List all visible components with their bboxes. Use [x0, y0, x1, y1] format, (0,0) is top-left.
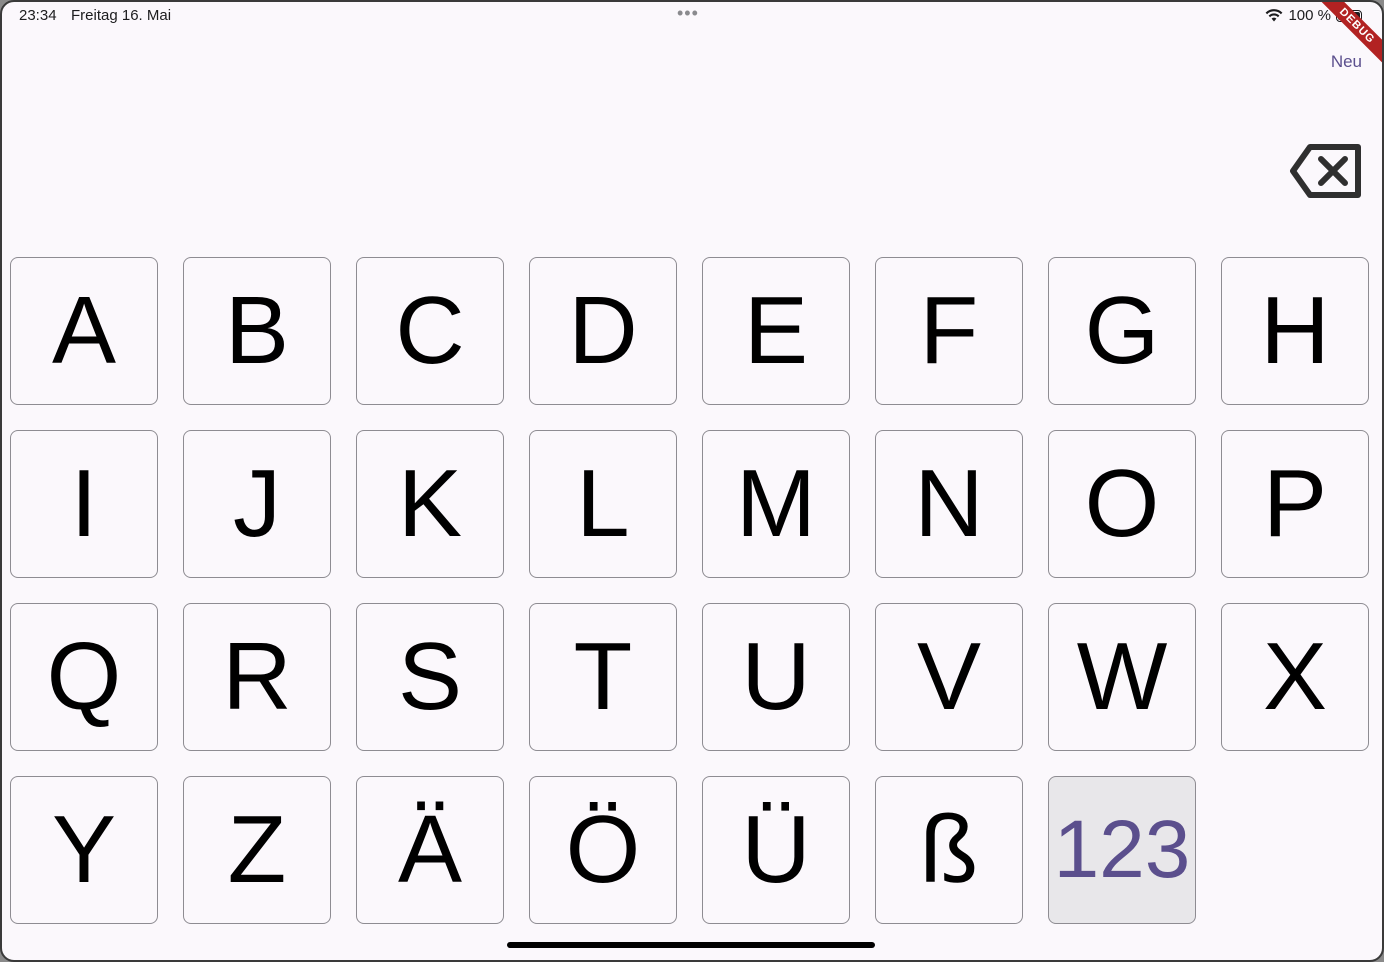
letter-key[interactable]: C	[356, 257, 504, 405]
letter-key[interactable]: S	[356, 603, 504, 751]
letter-key[interactable]: G	[1048, 257, 1196, 405]
letter-key[interactable]: V	[875, 603, 1023, 751]
backspace-button[interactable]	[1288, 140, 1364, 202]
letter-key[interactable]: I	[10, 430, 158, 578]
letter-key[interactable]: X	[1221, 603, 1369, 751]
letter-key[interactable]: N	[875, 430, 1023, 578]
letter-key[interactable]: W	[1048, 603, 1196, 751]
backspace-icon	[1290, 144, 1361, 198]
letter-key[interactable]: Y	[10, 776, 158, 924]
status-date: Freitag 16. Mai	[71, 7, 172, 24]
wifi-icon	[1265, 9, 1283, 22]
numbers-key[interactable]: 123	[1048, 776, 1196, 924]
new-button[interactable]: Neu	[1331, 52, 1362, 72]
letter-key[interactable]: Ä	[356, 776, 504, 924]
letter-key[interactable]: Z	[183, 776, 331, 924]
letter-key[interactable]: ß	[875, 776, 1023, 924]
letter-key[interactable]: P	[1221, 430, 1369, 578]
letter-key[interactable]: R	[183, 603, 331, 751]
letter-key[interactable]: T	[529, 603, 677, 751]
letter-key[interactable]: Ö	[529, 776, 677, 924]
app-screen: 23:34 Freitag 16. Mai ••• 100 % DE B U G Ne…	[0, 0, 1384, 962]
battery-percentage: 100 %	[1288, 7, 1331, 24]
multitasking-dots[interactable]: •••	[677, 3, 699, 24]
letter-key[interactable]: Ü	[702, 776, 850, 924]
letter-key[interactable]: D	[529, 257, 677, 405]
letter-key[interactable]: U	[702, 603, 850, 751]
status-time: 23:34	[19, 7, 57, 24]
letter-key[interactable]: L	[529, 430, 677, 578]
letter-key[interactable]: A	[10, 257, 158, 405]
letter-key[interactable]: J	[183, 430, 331, 578]
letter-key[interactable]: Q	[10, 603, 158, 751]
home-indicator[interactable]	[507, 942, 875, 948]
letter-key[interactable]: M	[702, 430, 850, 578]
letter-key[interactable]: B	[183, 257, 331, 405]
letter-key[interactable]: F	[875, 257, 1023, 405]
letter-key[interactable]: H	[1221, 257, 1369, 405]
letter-key[interactable]: O	[1048, 430, 1196, 578]
letter-key[interactable]: K	[356, 430, 504, 578]
letter-key[interactable]: E	[702, 257, 850, 405]
